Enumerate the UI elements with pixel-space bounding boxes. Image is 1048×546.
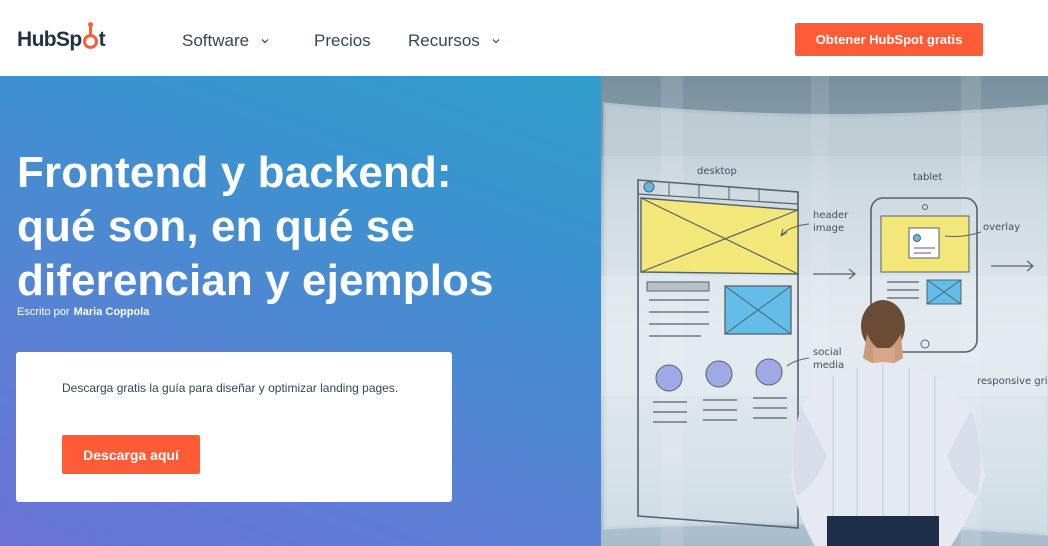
nav-recursos[interactable]: Recursos bbox=[408, 30, 502, 52]
wireframe-sketch-image: desktop header image social media tablet… bbox=[601, 76, 1048, 546]
page-title: Frontend y backend: qué son, en qué se d… bbox=[17, 146, 577, 308]
top-nav: HubSp t Software Precios Recursos Obtener… bbox=[0, 0, 1048, 76]
download-card-text: Descarga gratis la guía para diseñar y o… bbox=[62, 381, 399, 395]
hero-illustration: desktop header image social media tablet… bbox=[601, 76, 1048, 546]
get-hubspot-free-button[interactable]: Obtener HubSpot gratis bbox=[795, 23, 983, 56]
nav-recursos-label: Recursos bbox=[408, 31, 480, 50]
download-button[interactable]: Descarga aquí bbox=[62, 435, 200, 474]
hubspot-logo[interactable]: HubSp t bbox=[17, 21, 106, 54]
nav-software-label: Software bbox=[182, 31, 250, 50]
download-card: Descarga gratis la guía para diseñar y o… bbox=[16, 352, 452, 502]
logo-text-t: t bbox=[98, 28, 106, 51]
label-desktop: desktop bbox=[697, 166, 737, 177]
title-line: Frontend y backend: bbox=[17, 148, 452, 197]
logo-text-hubsp: HubSp bbox=[17, 28, 82, 51]
label-tablet: tablet bbox=[913, 172, 942, 183]
nav-software[interactable]: Software bbox=[182, 30, 271, 52]
label-overlay: overlay bbox=[983, 222, 1020, 233]
chevron-down-icon bbox=[261, 39, 269, 44]
nav-precios-label: Precios bbox=[314, 31, 371, 50]
title-line: diferencian y ejemplos bbox=[17, 256, 494, 305]
byline: Escrito por Maria Coppola bbox=[17, 306, 149, 318]
hero-section: Frontend y backend: qué son, en qué se d… bbox=[0, 76, 1048, 546]
chevron-down-icon bbox=[492, 39, 500, 44]
label-responsive-grid: responsive grid bbox=[977, 376, 1048, 387]
sprocket-icon bbox=[82, 21, 98, 49]
nav-precios[interactable]: Precios bbox=[314, 30, 371, 52]
title-line: qué son, en qué se bbox=[17, 202, 415, 251]
byline-prefix: Escrito por bbox=[17, 306, 70, 318]
author-link[interactable]: Maria Coppola bbox=[74, 306, 150, 318]
